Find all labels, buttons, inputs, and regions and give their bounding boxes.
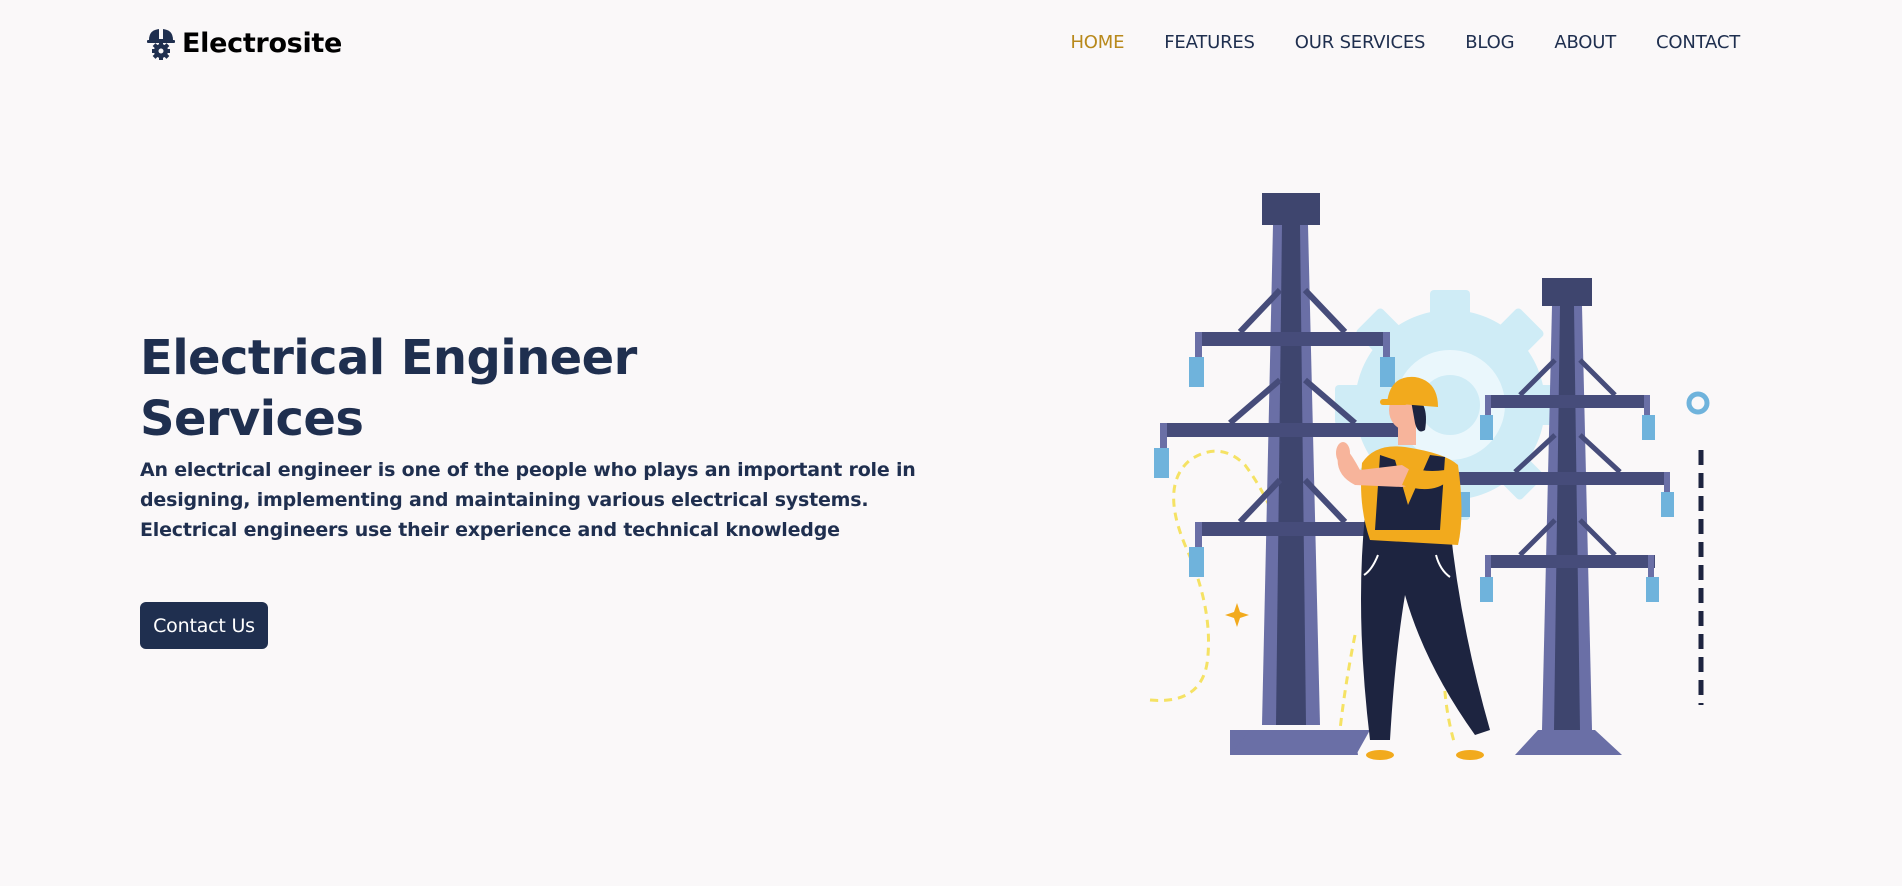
brand-logo[interactable]: Electrosite bbox=[146, 26, 342, 60]
helmet-gear-icon bbox=[147, 29, 175, 60]
ring-icon bbox=[1686, 391, 1710, 415]
nav-features[interactable]: FEATURES bbox=[1164, 31, 1255, 55]
nav-about[interactable]: ABOUT bbox=[1554, 31, 1616, 55]
brand-name: Electrosite bbox=[182, 27, 343, 59]
nav-contact[interactable]: CONTACT bbox=[1656, 31, 1740, 55]
hero-title-line1: Electrical Engineer bbox=[140, 330, 637, 386]
page: Electrosite HOME FEATURES OUR SERVICES B… bbox=[0, 0, 1902, 886]
hero-title-line2: Services bbox=[140, 391, 364, 447]
engineer-with-power-towers-illustration bbox=[1149, 193, 1710, 760]
hero-title: Electrical Engineer Services bbox=[140, 328, 840, 450]
nav-blog[interactable]: BLOG bbox=[1465, 31, 1514, 55]
site-header: Electrosite HOME FEATURES OUR SERVICES B… bbox=[0, 0, 1902, 86]
contact-us-button[interactable]: Contact Us bbox=[140, 602, 268, 649]
nav-our-services[interactable]: OUR SERVICES bbox=[1295, 31, 1426, 55]
nav-home[interactable]: HOME bbox=[1070, 31, 1124, 55]
sparkle-icon bbox=[1225, 603, 1249, 627]
hero-description: An electrical engineer is one of the peo… bbox=[140, 459, 916, 541]
main-nav: HOME FEATURES OUR SERVICES BLOG ABOUT CO… bbox=[1030, 31, 1740, 55]
